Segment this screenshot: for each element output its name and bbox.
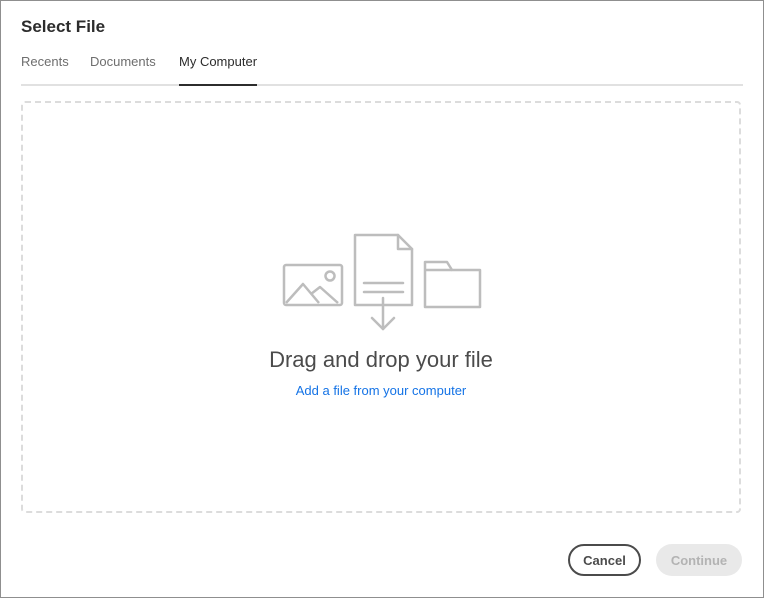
image-icon	[282, 263, 344, 307]
add-file-link[interactable]: Add a file from your computer	[23, 383, 739, 398]
select-file-dialog: Select File Recents Documents My Compute…	[0, 0, 764, 598]
tab-recents[interactable]: Recents	[21, 54, 69, 86]
document-download-icon	[353, 233, 414, 331]
tab-documents[interactable]: Documents	[90, 54, 156, 86]
folder-icon	[423, 260, 482, 309]
dialog-title: Select File	[21, 17, 106, 36]
cancel-button[interactable]: Cancel	[568, 544, 641, 576]
continue-button[interactable]: Continue	[656, 544, 742, 576]
tab-my-computer[interactable]: My Computer	[179, 54, 258, 86]
dropzone-title: Drag and drop your file	[269, 347, 493, 372]
tab-bar: Recents Documents My Computer	[21, 53, 743, 86]
upload-illustration	[282, 233, 482, 331]
file-dropzone[interactable]: Drag and drop your file Add a file from …	[21, 101, 741, 513]
